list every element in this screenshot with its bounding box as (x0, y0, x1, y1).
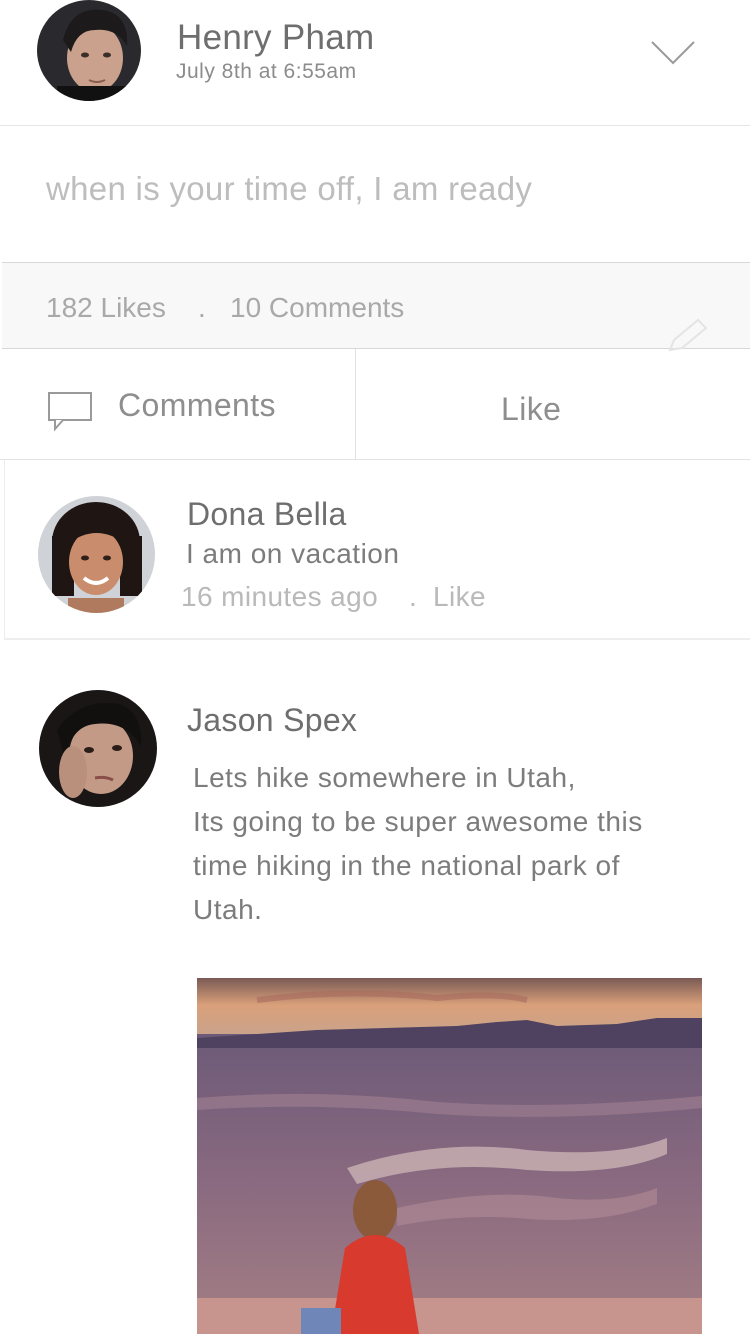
post-header: Henry Pham July 8th at 6:55am (0, 0, 750, 126)
comment-text: Lets hike somewhere in Utah, Its going t… (193, 756, 713, 932)
commenter-name[interactable]: Dona Bella (187, 496, 347, 533)
commenter-avatar[interactable] (39, 690, 157, 807)
post-action-bar: Comments Like (0, 349, 750, 460)
comment-text-line: Its going to be super awesome this (193, 806, 643, 837)
comment-item: Dona Bella I am on vacation 16 minutes a… (4, 460, 750, 640)
comment-text-line: Utah. (193, 894, 263, 925)
like-button-label: Like (501, 391, 562, 427)
post-stats-bar: 182 Likes . 10 Comments (2, 262, 750, 349)
author-name[interactable]: Henry Pham (177, 18, 375, 58)
comment-item: Jason Spex Lets hike somewhere in Utah, … (0, 648, 750, 1334)
comments-count[interactable]: 10 Comments (230, 292, 404, 324)
comment-text-line: time hiking in the national park of (193, 850, 620, 881)
comment-photo[interactable] (197, 978, 702, 1334)
comment-bubble-icon (47, 391, 93, 432)
commenter-avatar[interactable] (38, 496, 155, 613)
stats-separator: . (198, 292, 206, 323)
post-body: when is your time off, I am ready (0, 126, 750, 262)
commenter-name[interactable]: Jason Spex (187, 702, 357, 739)
post-text: when is your time off, I am ready (46, 170, 533, 207)
likes-count[interactable]: 182 Likes (46, 292, 166, 324)
comment-like-link[interactable]: Like (433, 581, 486, 613)
comment-separator: . (409, 581, 417, 612)
like-button[interactable]: Like (357, 349, 750, 459)
author-avatar[interactable] (37, 0, 141, 101)
chevron-down-icon[interactable] (650, 38, 696, 66)
comment-text: I am on vacation (186, 538, 400, 569)
comments-button-label: Comments (118, 387, 276, 423)
comments-button[interactable]: Comments (0, 349, 356, 459)
comment-text-line: Lets hike somewhere in Utah, (193, 762, 576, 793)
post-timestamp: July 8th at 6:55am (176, 60, 357, 83)
comment-timestamp: 16 minutes ago (181, 581, 379, 612)
